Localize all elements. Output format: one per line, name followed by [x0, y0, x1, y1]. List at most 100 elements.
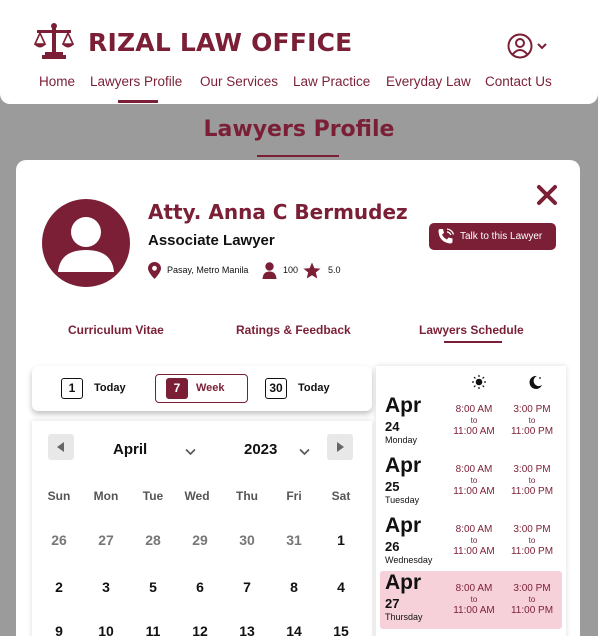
- range-option-today[interactable]: 1 Today: [60, 374, 130, 403]
- slot-end: 11:00 PM: [510, 426, 554, 437]
- calendar-day[interactable]: 15: [321, 623, 361, 636]
- weekday-header: Wed: [184, 489, 210, 503]
- range-label: Week: [196, 382, 225, 394]
- slot-start: 3:00 PM: [513, 404, 551, 415]
- calendar-day[interactable]: 10: [86, 623, 126, 636]
- schedule-row[interactable]: Apr 26 Wednesday 8:00 AM to 11:00 AM 3:0…: [380, 514, 562, 570]
- calendar-day[interactable]: 9: [39, 623, 79, 636]
- calendar-day[interactable]: 28: [133, 532, 173, 548]
- calendar-day[interactable]: 11: [133, 623, 173, 636]
- slot-separator: to: [528, 416, 536, 425]
- evening-slot[interactable]: 3:00 PM to 11:00 PM: [507, 404, 557, 437]
- schedule-day: 25: [385, 479, 400, 494]
- chevron-down-icon[interactable]: [536, 40, 548, 52]
- slot-separator: to: [470, 476, 478, 485]
- schedule-day: 27: [385, 596, 400, 611]
- chevron-down-icon[interactable]: [185, 448, 196, 456]
- schedule-weekday: Wednesday: [385, 555, 433, 565]
- calendar-day[interactable]: 13: [227, 623, 267, 636]
- schedule-panel: Apr 24 Monday 8:00 AM to 11:00 AM 3:00 P…: [376, 366, 566, 636]
- weekday-header: Tue: [142, 489, 164, 503]
- weekday-header: Fri: [286, 489, 302, 503]
- calendar-day[interactable]: 29: [180, 532, 220, 548]
- schedule-month: Apr: [385, 454, 422, 477]
- prev-month-button[interactable]: [48, 434, 74, 460]
- range-number: 1: [61, 378, 83, 399]
- month-select[interactable]: April: [113, 441, 147, 458]
- triangle-right-icon: [337, 442, 344, 452]
- calendar-day[interactable]: 14: [274, 623, 314, 636]
- schedule-weekday: Monday: [385, 435, 418, 445]
- slot-end: 11:00 AM: [453, 426, 495, 437]
- talk-to-lawyer-button[interactable]: Talk to this Lawyer: [429, 223, 556, 250]
- slot-start: 3:00 PM: [513, 464, 551, 475]
- calendar-day[interactable]: 1: [321, 532, 361, 548]
- calendar-day[interactable]: 4: [321, 579, 361, 595]
- rating-value: 5.0: [328, 265, 341, 275]
- calendar-day[interactable]: 2: [39, 579, 79, 595]
- calendar-day[interactable]: 31: [274, 532, 314, 548]
- slot-start: 3:00 PM: [513, 524, 551, 535]
- slot-end: 11:00 AM: [453, 605, 495, 616]
- evening-slot[interactable]: 3:00 PM to 11:00 PM: [507, 464, 557, 497]
- phone-call-icon: [438, 228, 455, 244]
- nav-lawyers-profile[interactable]: Lawyers Profile: [90, 74, 182, 89]
- range-number: 7: [166, 378, 188, 399]
- slot-separator: to: [528, 476, 536, 485]
- schedule-day: 26: [385, 539, 400, 554]
- year-select[interactable]: 2023: [244, 441, 277, 458]
- location-pin-icon: [148, 262, 161, 279]
- calendar-day[interactable]: 5: [133, 579, 173, 595]
- evening-slot[interactable]: 3:00 PM to 11:00 PM: [507, 583, 557, 616]
- main-nav: Home Lawyers Profile Our Services Law Pr…: [0, 72, 598, 103]
- calendar-day[interactable]: 30: [227, 532, 267, 548]
- active-nav-indicator: [118, 100, 158, 103]
- morning-slot[interactable]: 8:00 AM to 11:00 AM: [449, 583, 499, 616]
- slot-start: 8:00 AM: [455, 524, 493, 535]
- scales-of-justice-icon[interactable]: [34, 22, 74, 60]
- slot-separator: to: [470, 416, 478, 425]
- morning-slot[interactable]: 8:00 AM to 11:00 AM: [449, 464, 499, 497]
- page-title: Lawyers Profile: [203, 117, 395, 142]
- morning-slot[interactable]: 8:00 AM to 11:00 AM: [449, 404, 499, 437]
- range-number: 30: [265, 378, 287, 399]
- active-tab-indicator: [444, 341, 502, 343]
- calendar-day[interactable]: 26: [39, 532, 79, 548]
- location-text: Pasay, Metro Manila: [167, 265, 249, 275]
- slot-end: 11:00 PM: [510, 486, 554, 497]
- calendar-day[interactable]: 7: [227, 579, 267, 595]
- evening-slot[interactable]: 3:00 PM to 11:00 PM: [507, 524, 557, 557]
- slot-separator: to: [470, 536, 478, 545]
- next-month-button[interactable]: [327, 434, 353, 460]
- brand-name[interactable]: RIZAL LAW OFFICE: [88, 28, 352, 57]
- slot-end: 11:00 PM: [510, 605, 554, 616]
- calendar-day[interactable]: 8: [274, 579, 314, 595]
- chevron-down-icon[interactable]: [299, 448, 310, 456]
- schedule-row[interactable]: Apr 24 Monday 8:00 AM to 11:00 AM 3:00 P…: [380, 394, 562, 450]
- nav-home[interactable]: Home: [39, 74, 75, 89]
- slot-end: 11:00 AM: [453, 486, 495, 497]
- morning-slot[interactable]: 8:00 AM to 11:00 AM: [449, 524, 499, 557]
- tab-ratings-feedback[interactable]: Ratings & Feedback: [236, 323, 351, 337]
- schedule-weekday: Tuesday: [385, 495, 420, 505]
- calendar: April 2023 Sun Mon Tue Wed Thu Fri Sat 2…: [32, 421, 372, 636]
- range-option-week[interactable]: 7 Week: [155, 374, 248, 403]
- nav-law-practice[interactable]: Law Practice: [293, 74, 370, 89]
- calendar-day[interactable]: 3: [86, 579, 126, 595]
- tab-curriculum-vitae[interactable]: Curriculum Vitae: [68, 323, 164, 337]
- triangle-left-icon: [57, 442, 64, 452]
- calendar-day[interactable]: 6: [180, 579, 220, 595]
- nav-contact-us[interactable]: Contact Us: [485, 74, 552, 89]
- calendar-day[interactable]: 27: [86, 532, 126, 548]
- schedule-row[interactable]: Apr 25 Tuesday 8:00 AM to 11:00 AM 3:00 …: [380, 454, 562, 510]
- close-icon[interactable]: [536, 184, 558, 206]
- range-label: Today: [94, 382, 126, 394]
- tab-lawyers-schedule[interactable]: Lawyers Schedule: [419, 323, 524, 337]
- lawyer-role: Associate Lawyer: [148, 232, 275, 249]
- schedule-row-selected[interactable]: Apr 27 Thursday 8:00 AM to 11:00 AM 3:00…: [380, 571, 562, 629]
- nav-our-services[interactable]: Our Services: [200, 74, 278, 89]
- user-circle-icon[interactable]: [507, 33, 533, 59]
- calendar-day[interactable]: 12: [180, 623, 220, 636]
- nav-everyday-law[interactable]: Everyday Law: [386, 74, 471, 89]
- range-option-month[interactable]: 30 Today: [265, 374, 345, 403]
